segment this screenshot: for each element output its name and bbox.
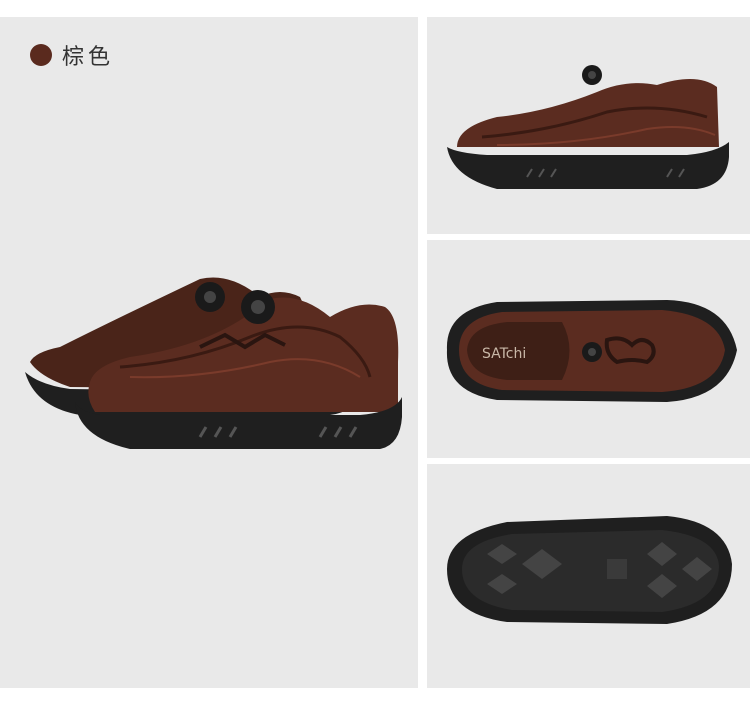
top-view-photo: SATchi <box>427 240 750 458</box>
outsole-photo <box>427 464 750 688</box>
top-view-illustration: SATchi <box>446 300 737 402</box>
side-view-photo <box>427 17 750 234</box>
outsole-illustration <box>447 516 732 624</box>
side-view-illustration <box>447 65 729 189</box>
main-product-photo: 棕色 <box>0 17 418 688</box>
shoe-pair-illustration <box>25 277 402 449</box>
insole-brand: SATchi <box>482 346 526 362</box>
